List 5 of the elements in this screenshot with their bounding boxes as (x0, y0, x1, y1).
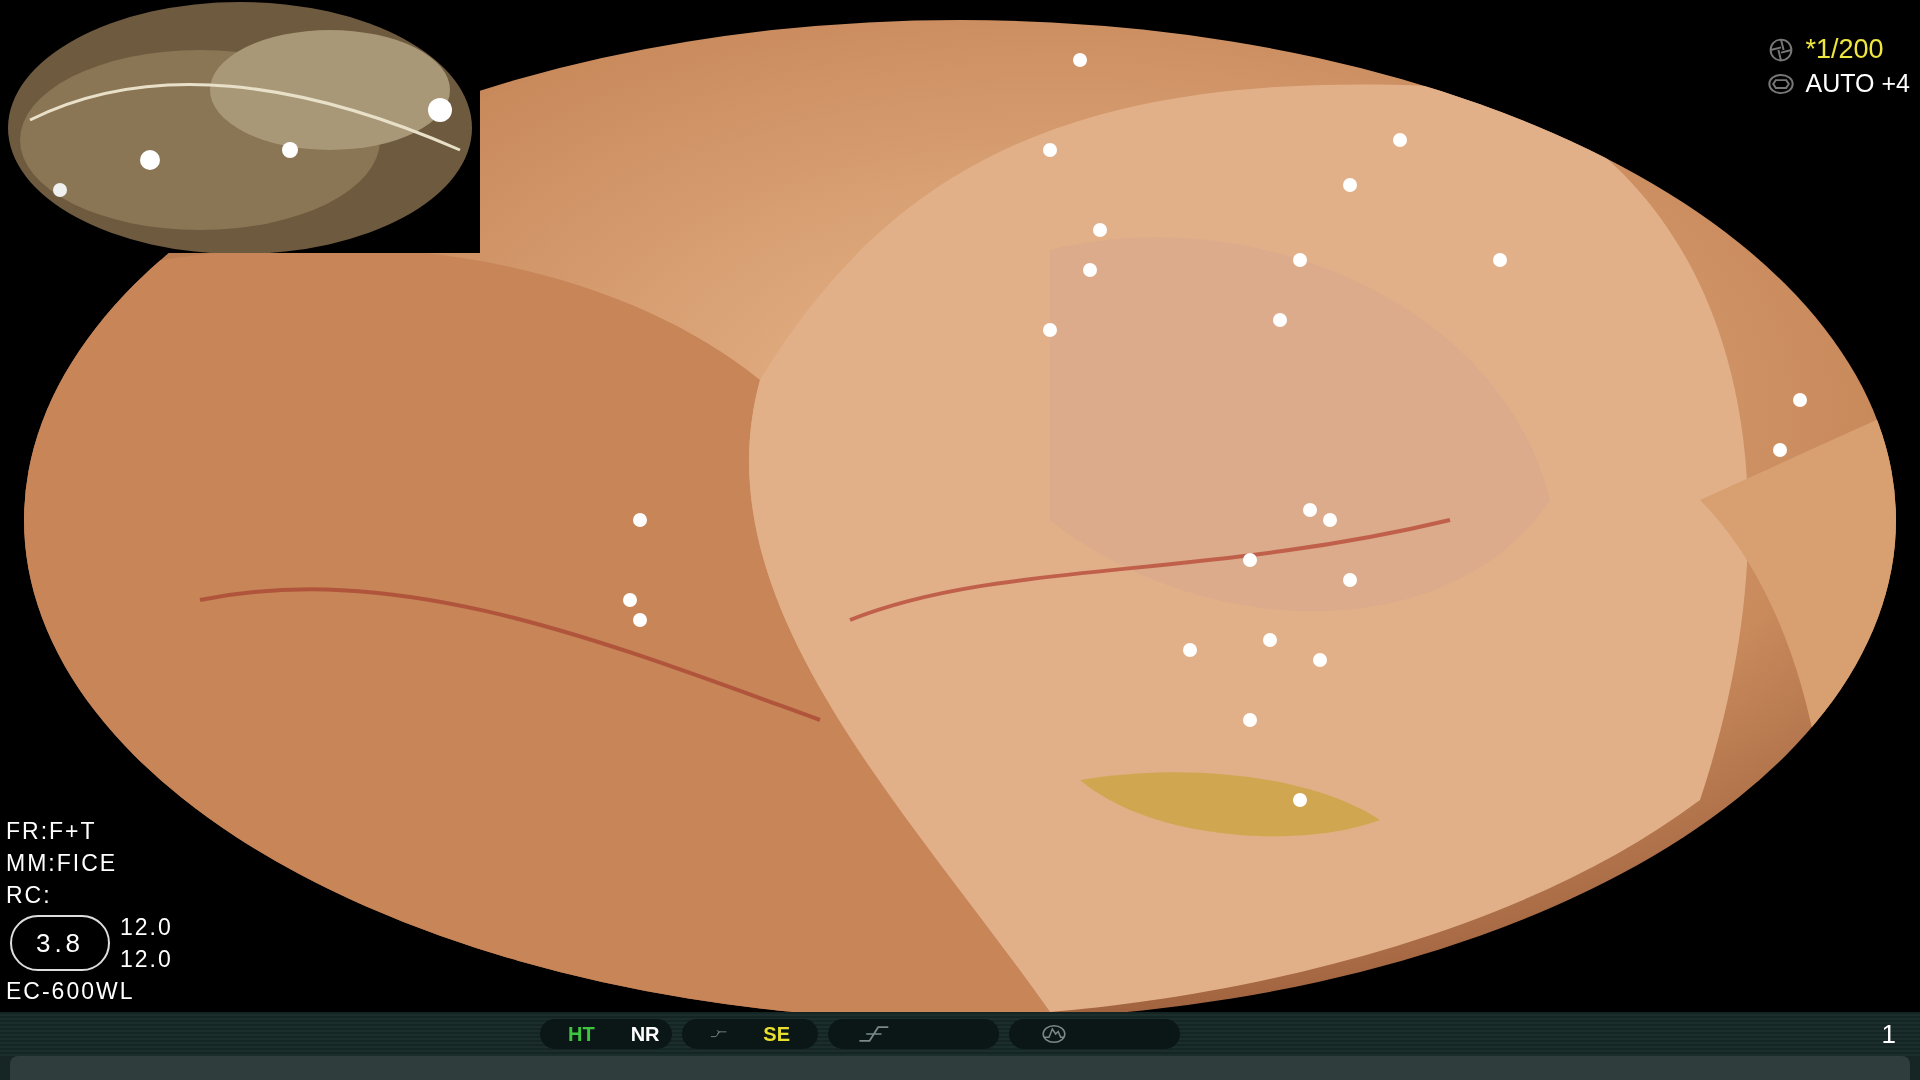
page-number: 1 (1881, 1018, 1896, 1050)
edge-icon (856, 1024, 890, 1044)
status-label: HT (568, 1022, 595, 1046)
status-label: NR (630, 1022, 660, 1046)
status-label: SE (763, 1022, 790, 1046)
